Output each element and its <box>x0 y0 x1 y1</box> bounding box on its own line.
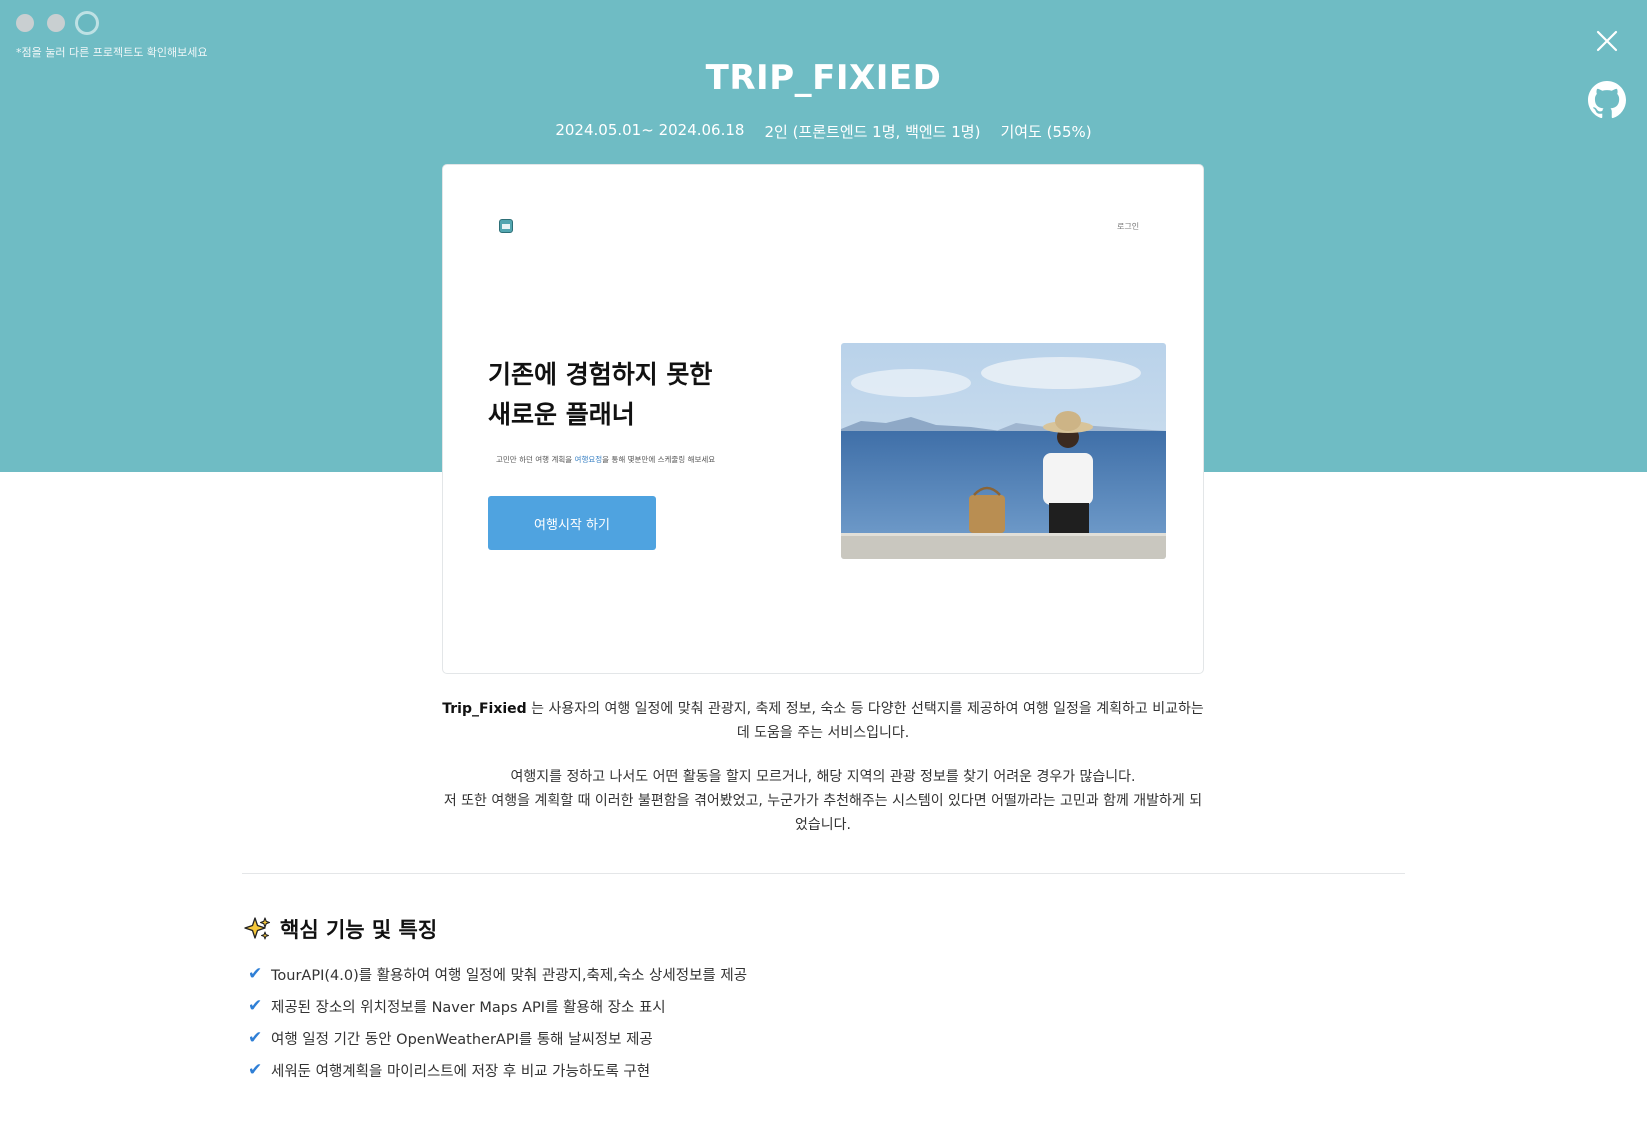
check-icon: ✔ <box>248 996 263 1016</box>
features-list: ✔ TourAPI(4.0)를 활용하여 여행 일정에 맞춰 관광지,축제,숙소… <box>248 958 747 1086</box>
feature-item: ✔ 세워둔 여행계획을 마이리스트에 저장 후 비교 가능하도록 구현 <box>248 1054 747 1086</box>
sparkle-icon <box>244 917 271 940</box>
section-divider <box>242 873 1405 874</box>
project-description: Trip_Fixied 는 사용자의 여행 일정에 맞춰 관광지, 축제 정보,… <box>442 697 1204 857</box>
project-dot-3[interactable] <box>78 14 96 32</box>
description-intro: Trip_Fixied 는 사용자의 여행 일정에 맞춰 관광지, 축제 정보,… <box>442 697 1204 745</box>
feature-text: 세워둔 여행계획을 마이리스트에 저장 후 비교 가능하도록 구현 <box>271 1063 651 1080</box>
check-icon: ✔ <box>248 1060 263 1080</box>
feature-item: ✔ TourAPI(4.0)를 활용하여 여행 일정에 맞춰 관광지,축제,숙소… <box>248 958 747 990</box>
app-logo-icon <box>499 219 513 233</box>
feature-item: ✔ 여행 일정 기간 동안 OpenWeatherAPI를 통해 날씨정보 제공 <box>248 1022 747 1054</box>
motivation-line-2: 저 또한 여행을 계획할 때 이러한 불편함을 겪어봤었고, 누군가가 추천해주… <box>443 793 1203 833</box>
feature-item: ✔ 제공된 장소의 위치정보를 Naver Maps API를 활용해 장소 표… <box>248 990 747 1022</box>
preview-hero-title: 기존에 경험하지 못한 새로운 플래너 <box>488 355 712 435</box>
hero-sub-after: 을 통해 몇분만에 스케줄링 해보세요 <box>602 455 716 464</box>
project-dot-1[interactable] <box>16 14 34 32</box>
project-dot-2[interactable] <box>47 14 65 32</box>
project-title: TRIP_FIXIED <box>705 58 942 98</box>
check-icon: ✔ <box>248 964 263 984</box>
hero-title-line-1: 기존에 경험하지 못한 <box>488 360 713 389</box>
close-button[interactable] <box>1592 26 1622 56</box>
motivation-line-1: 여행지를 정하고 나서도 어떤 활동을 할지 모르거나, 해당 지역의 관광 정… <box>510 769 1136 785</box>
description-intro-text: 는 사용자의 여행 일정에 맞춰 관광지, 축제 정보, 숙소 등 다양한 선택… <box>526 701 1204 741</box>
hero-sub-before: 고민만 하던 여행 계획을 <box>496 455 575 464</box>
start-trip-button[interactable]: 여행시작 하기 <box>488 496 656 550</box>
description-brand: Trip_Fixied <box>442 701 527 717</box>
project-period: 2024.05.01~ 2024.06.18 <box>555 121 745 139</box>
hero-sub-highlight: 여행요정 <box>574 455 603 464</box>
check-icon: ✔ <box>248 1028 263 1048</box>
feature-text: TourAPI(4.0)를 활용하여 여행 일정에 맞춰 관광지,축제,숙소 상… <box>271 967 748 984</box>
feature-text: 제공된 장소의 위치정보를 Naver Maps API를 활용해 장소 표시 <box>271 999 666 1016</box>
features-heading-text: 핵심 기능 및 특징 <box>280 918 438 942</box>
features-heading: 핵심 기능 및 특징 <box>244 914 437 944</box>
project-meta: 2024.05.01~ 2024.06.18 2인 (프론트엔드 1명, 백엔드… <box>0 121 1647 142</box>
close-icon <box>1596 30 1618 52</box>
hero-photo <box>841 343 1166 559</box>
project-dots <box>16 14 96 32</box>
project-contribution: 기여도 (55%) <box>1000 123 1092 141</box>
hero-title-line-2: 새로운 플래너 <box>488 400 635 429</box>
preview-login-link[interactable]: 로그인 <box>1117 221 1139 232</box>
preview-hero-subtitle: 고민만 하던 여행 계획을 여행요정을 통해 몇분만에 스케줄링 해보세요 <box>496 454 715 465</box>
description-motivation: 여행지를 정하고 나서도 어떤 활동을 할지 모르거나, 해당 지역의 관광 정… <box>442 765 1204 837</box>
project-preview: 로그인 기존에 경험하지 못한 새로운 플래너 고민만 하던 여행 계획을 여행… <box>442 164 1204 674</box>
project-team: 2인 (프론트엔드 1명, 백엔드 1명) <box>764 123 981 141</box>
feature-text: 여행 일정 기간 동안 OpenWeatherAPI를 통해 날씨정보 제공 <box>271 1031 653 1048</box>
